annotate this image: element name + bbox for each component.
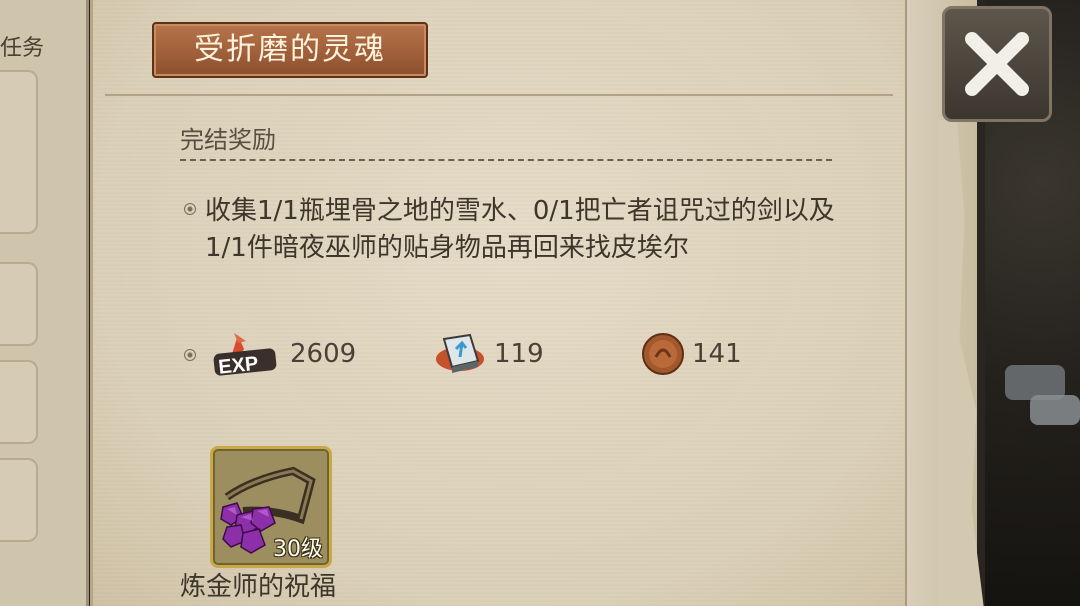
- bullet-icon: [184, 349, 196, 361]
- reward-exp-value: 2609: [290, 339, 357, 369]
- reward-skill-book: 119: [432, 333, 544, 375]
- left-list-item[interactable]: [0, 458, 38, 542]
- reward-coin: 141: [640, 333, 742, 375]
- svg-text:EXP: EXP: [217, 353, 259, 379]
- left-list-item[interactable]: [0, 262, 38, 346]
- reward-coin-value: 141: [692, 339, 742, 369]
- bullet-icon: [184, 203, 196, 215]
- torn-paper-edge: [938, 120, 984, 606]
- item-reward-slot[interactable]: 30级: [210, 446, 332, 568]
- close-icon: [965, 32, 1029, 96]
- section-divider: [180, 159, 832, 161]
- coin-icon: [642, 333, 684, 375]
- quest-objective-text: 收集1/1瓶埋骨之地的雪水、0/1把亡者诅咒过的剑以及1/1件暗夜巫师的贴身物品…: [205, 196, 835, 263]
- section-title: 完结奖励: [180, 126, 276, 154]
- title-divider: [105, 94, 893, 96]
- close-button[interactable]: [942, 6, 1052, 122]
- exp-icon: EXP: [213, 333, 277, 379]
- left-quest-list-panel: 任务: [0, 0, 89, 606]
- left-tab-label[interactable]: 任务: [0, 30, 44, 62]
- item-name: 炼金师的祝福: [180, 572, 337, 602]
- skill-book-icon: [436, 333, 484, 373]
- item-level-label: 30级: [273, 537, 323, 562]
- reward-exp: EXP 2609: [208, 333, 357, 379]
- left-list-item[interactable]: [0, 70, 38, 234]
- left-list-item[interactable]: [0, 360, 38, 444]
- rock-decoration: [1030, 395, 1080, 425]
- reward-skill-book-value: 119: [494, 339, 544, 369]
- quest-title: 受折磨的灵魂: [152, 22, 428, 78]
